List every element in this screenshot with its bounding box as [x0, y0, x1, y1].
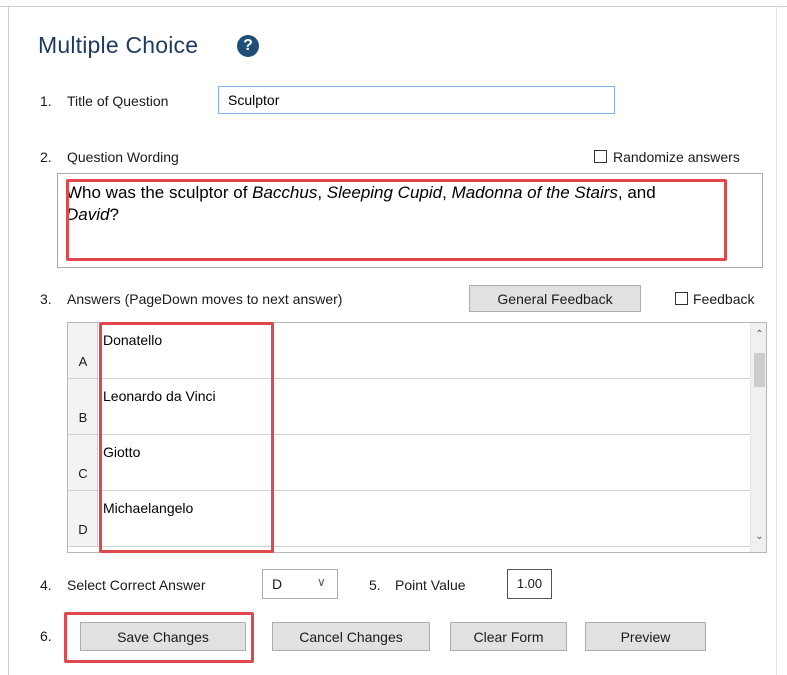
title-of-question-input[interactable]: Sculptor [218, 86, 615, 114]
window-border-right [776, 6, 777, 675]
correct-answer-select[interactable]: D ∨ [262, 569, 338, 599]
answer-row-header: B [68, 379, 98, 435]
help-icon[interactable]: ? [237, 35, 259, 57]
answer-row-header: A [68, 323, 98, 379]
step-number-3: 3. [40, 291, 52, 307]
chevron-down-icon: ∨ [317, 575, 326, 589]
randomize-answers-checkbox[interactable] [594, 150, 607, 163]
general-feedback-button[interactable]: General Feedback [469, 285, 641, 312]
point-value-input[interactable]: 1.00 [507, 569, 552, 599]
correct-answer-value: D [272, 576, 283, 592]
page-title: Multiple Choice [38, 32, 199, 58]
answer-letter: D [78, 522, 88, 537]
answer-letter: A [78, 354, 88, 369]
highlight-question-wording [66, 179, 727, 261]
randomize-answers-label: Randomize answers [613, 149, 740, 165]
highlight-save-changes [64, 612, 254, 663]
feedback-checkbox[interactable] [675, 292, 688, 305]
answer-letter: C [78, 466, 88, 481]
clear-form-button[interactable]: Clear Form [450, 622, 567, 651]
answer-row-header: C [68, 435, 98, 491]
general-feedback-label: General Feedback [497, 290, 613, 307]
window-border-left [8, 6, 9, 675]
feedback-label: Feedback [693, 291, 755, 307]
select-correct-answer-label: Select Correct Answer [67, 577, 206, 593]
point-value-label: Point Value [395, 577, 466, 593]
step-number-1: 1. [40, 93, 52, 109]
step-number-6: 6. [40, 628, 52, 644]
answer-letter: B [78, 410, 88, 425]
question-wording-label: Question Wording [67, 149, 179, 165]
scroll-up-icon[interactable]: ⌃ [751, 329, 766, 340]
answers-scrollbar[interactable]: ⌃ ⌄ [750, 323, 766, 552]
preview-button[interactable]: Preview [585, 622, 706, 651]
highlight-answers [99, 322, 274, 553]
step-number-5: 5. [369, 577, 381, 593]
scrollbar-thumb[interactable] [754, 353, 765, 387]
title-of-question-label: Title of Question [67, 93, 169, 109]
answers-label: Answers (PageDown moves to next answer) [67, 291, 343, 307]
step-number-2: 2. [40, 149, 52, 165]
window-border-top [0, 6, 787, 7]
cancel-changes-button[interactable]: Cancel Changes [272, 622, 430, 651]
step-number-4: 4. [40, 577, 52, 593]
answer-row-header: D [68, 491, 98, 547]
scroll-down-icon[interactable]: ⌄ [751, 531, 766, 542]
